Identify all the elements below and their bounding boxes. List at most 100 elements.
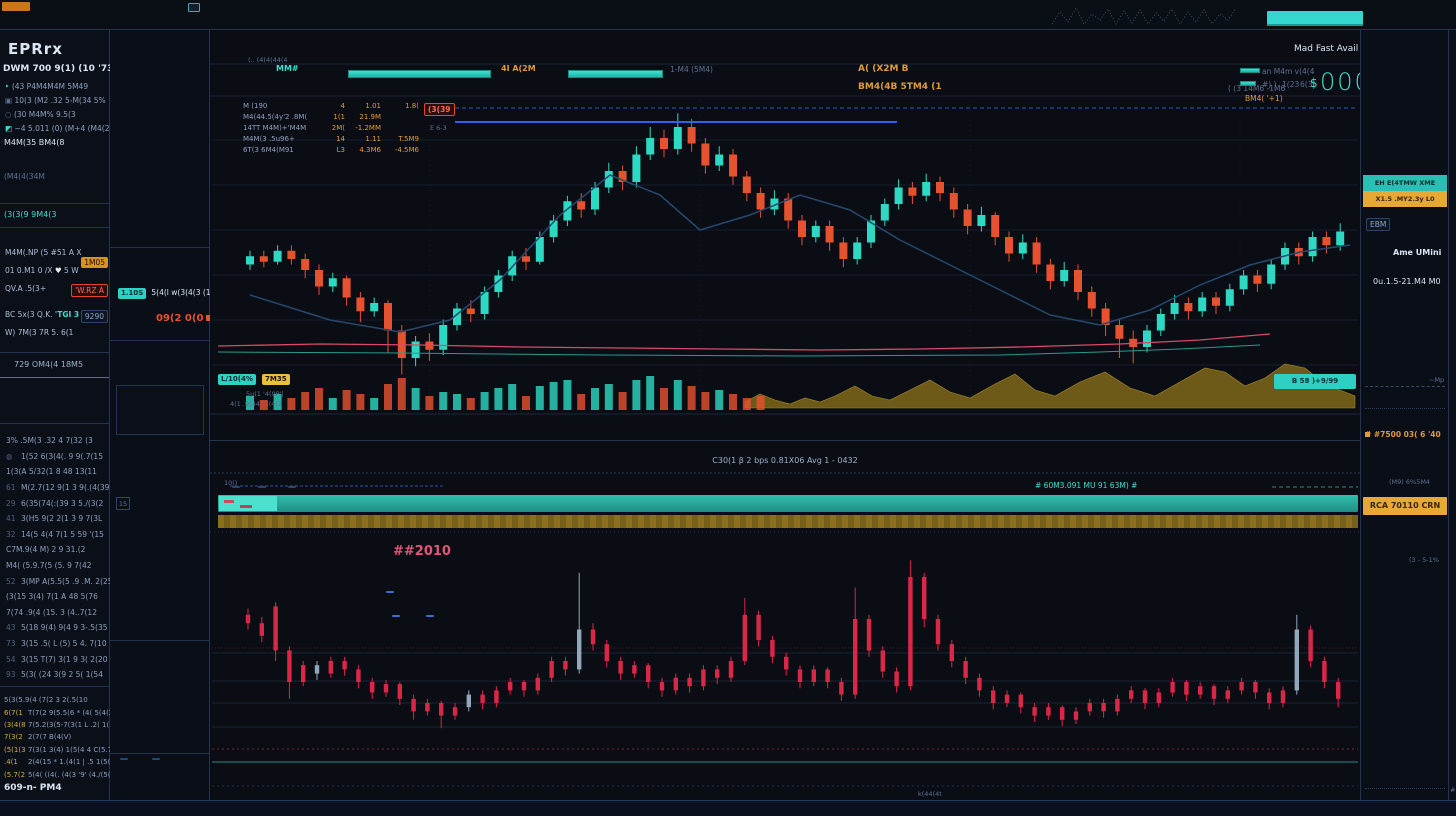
quote-detail-panel: 1.10S 5(4(l w(3(4(3 (1 09(2 0(0 15: [110, 30, 210, 800]
panel-value: 0u.1.5-21.M4 M0: [1373, 277, 1441, 286]
volume-chip-teal[interactable]: L/10(4%: [218, 374, 256, 385]
table-row[interactable]: (5(1(3 7(3(1 3(4) 1(5(4 4 C(5.7(11(1: [0, 744, 110, 756]
table-row[interactable]: 7(74 .9(4 (15. 3 (4..7(12: [0, 605, 110, 621]
sidebar-summary-table: 5(3(5.9(4 (7(2 3 2(.5(10 6(7(1 T(7(2 9(5…: [0, 694, 110, 782]
red-tick: [206, 315, 210, 321]
table-row[interactable]: .4(1 2(4(15 * 1.(4(1 | .5 1(5(10: [0, 756, 110, 768]
blue-badge[interactable]: [392, 615, 400, 617]
table-row[interactable]: C7M.9(4 M) 2 9 31.(2: [0, 542, 110, 558]
table-row[interactable]: 52 3(MP A(5.5(5 .9 .M. 2(25: [0, 573, 110, 589]
header-dim-right-1: an M4m v(4(4: [1262, 67, 1315, 76]
table-row[interactable]: 41 3(H5 9(2 2(1 3 9 7(3L: [0, 511, 110, 527]
stat-row[interactable]: [1361, 695, 1449, 722]
table-row[interactable]: 5(3(5.9(4 (7(2 3 2(.5(10: [0, 694, 110, 706]
legend-value-b: 1.11: [345, 135, 381, 143]
legend-row: 6T(3 6M4(M91 L3 4.3M6 -4.5M6: [243, 144, 423, 155]
blue-badge[interactable]: [386, 591, 394, 593]
table-row[interactable]: 7(3(2 2(7(7 B(4(V): [0, 731, 110, 743]
table-row[interactable]: (3(15 3(4) 7(1 A 48 5(76: [0, 589, 110, 605]
alert-badge-sub: E 6-3: [430, 124, 447, 132]
page-box[interactable]: 15: [116, 497, 130, 510]
buy-bar-button[interactable]: EH E(4TMW XME: [1363, 175, 1447, 191]
row-number: 93: [6, 670, 21, 679]
legend-value-c: T.5M9: [381, 135, 419, 143]
progress-bar-2: [568, 70, 663, 78]
indicator-chip[interactable]: MM#: [276, 64, 299, 73]
legend-value-b: -1.2MM: [345, 124, 381, 132]
header-orange-value-3: BM4(4B 5TM4 (1: [858, 82, 942, 92]
mini-bar-2: [1240, 81, 1256, 86]
row-number: 32: [6, 530, 21, 539]
top-menu-bar: [0, 0, 1456, 30]
price-row[interactable]: [1361, 348, 1449, 372]
alert-badge[interactable]: (3(39: [424, 103, 455, 116]
right-chips: [0, 385, 1456, 397]
row-number: 43: [6, 623, 21, 632]
panel-label: Ame UMini: [1393, 248, 1441, 257]
order-submit-button[interactable]: RCA 70110 CRN: [1363, 497, 1447, 515]
row-label: 6(7(1: [4, 709, 28, 717]
status-items: [0, 801, 1456, 816]
row-number: 54: [6, 655, 21, 664]
orange-square-icon: [1365, 432, 1370, 437]
price-row[interactable]: [1361, 300, 1449, 324]
stat-row[interactable]: [1361, 668, 1449, 695]
volume-chip-yellow[interactable]: 7M35: [262, 374, 290, 385]
main-candlestick-chart[interactable]: [210, 30, 1360, 445]
volume-dim-2: 4(1 .9(44 (3(4(2: [230, 400, 282, 408]
stat-row[interactable]: [1361, 614, 1449, 641]
legend-row: M4M(3 .5u96+ 14 1.11 T.5M9: [243, 133, 423, 144]
table-row[interactable]: 29 6(35(74(:(39 3 5./(3(2: [0, 495, 110, 511]
table-row[interactable]: 3% .5M(3 .32 4 7(32 (3: [0, 433, 110, 449]
sidebar-quote-table: 3% .5M(3 .32 4 7(32 (3 ◍ 1(52 6(3(4(. 9 …: [0, 433, 110, 683]
table-row[interactable]: (3(4(8 7(5.2(3(5-7(3(1 L .2( 1(5(12: [0, 719, 110, 731]
legend-label: M4(44.5(4y'2 .8M(: [243, 113, 325, 121]
row-values: 5(3( (24 3(9 2 5( 1(54: [21, 670, 103, 679]
row-number: 61: [6, 483, 21, 492]
stat-row[interactable]: [1361, 722, 1449, 749]
table-row[interactable]: 43 5(18 9(4) 9(4 9 3-.5(35: [0, 620, 110, 636]
table-row[interactable]: 32 14(5 4(4 7(1 5 59 '(15: [0, 527, 110, 543]
row-number: 73: [6, 639, 21, 648]
table-row[interactable]: (5.7(2 5(4( ((4(. (4(3 '9' (4./(5(4: [0, 768, 110, 780]
price-row[interactable]: [1361, 324, 1449, 348]
table-row[interactable]: 54 3(15 T(7) 3(1 9 3( 2(20: [0, 651, 110, 667]
table-row[interactable]: 1(3(A 5/32(1 8 48 13(11: [0, 464, 110, 480]
row-values: 5(18 9(4) 9(4 9 3-.5(35: [21, 623, 108, 632]
bottom-badge[interactable]: [120, 758, 128, 760]
row-values: 7(3(1 3(4) 1(5(4 4 C(5.7(11(1: [28, 746, 110, 754]
mode-badge[interactable]: EBM: [1366, 218, 1390, 231]
orange-alert-row: # #7500 03( 6 '40: [1365, 430, 1441, 439]
indicator-panel: C30(1 β 2 bps 0.81X06 Avg 1 - 0432 10() …: [210, 445, 1360, 795]
sell-bar-button[interactable]: X1.5 .MY2.3y L0: [1363, 191, 1447, 207]
order-panel: EH E(4TMW XME X1.5 .MY2.3y L0 EBM Ame UM…: [1360, 30, 1448, 800]
stat-row[interactable]: [1361, 749, 1449, 776]
right-scroll-strip[interactable]: #1: [1448, 30, 1456, 800]
table-row[interactable]: 6(7(1 T(7(2 9(5.5(6 * (4( 5(4(2: [0, 706, 110, 718]
status-bar: [0, 800, 1456, 816]
table-row[interactable]: ◍ 1(52 6(3(4(. 9 9(.7(15: [0, 449, 110, 465]
legend-value-b: 21.9M: [345, 113, 381, 121]
row-values: 6(35(74(:(39 3 5./(3(2: [21, 499, 103, 508]
legend-value-b: 4.3M6: [345, 146, 381, 154]
sidebar-dim-rows: [0, 30, 110, 430]
stat-row[interactable]: [1361, 641, 1449, 668]
teal-chip[interactable]: 1.10S: [118, 288, 146, 299]
legend-value-a: L3: [325, 146, 345, 154]
alert-value: 09(2 0(0: [156, 313, 203, 324]
legend-value-c: -4.5M6: [381, 146, 419, 154]
stat-row[interactable]: [1361, 587, 1449, 614]
row-number: 29: [6, 499, 21, 508]
progress-bar-1: [348, 70, 491, 78]
table-row[interactable]: 61 M(2.7(12 9(1 3 9(.(4(39: [0, 480, 110, 496]
row-label: 7(3(2: [4, 733, 28, 741]
bottom-badge[interactable]: [152, 758, 160, 760]
chart-teal-button[interactable]: B 58 )+9/99: [1274, 374, 1356, 389]
table-row[interactable]: 73 3(15 .5( L (5) 5 4. 7(10: [0, 636, 110, 652]
blue-badge[interactable]: [426, 615, 434, 617]
table-row[interactable]: M4( (5.9.7(5 (5. 9 7(42: [0, 558, 110, 574]
legend-row: 14TT M4M)+'M4M 2M( -1.2MM: [243, 122, 423, 133]
legend-label: M4M(3 .5u96+: [243, 135, 325, 143]
table-row[interactable]: 93 5(3( (24 3(9 2 5( 1(54: [0, 667, 110, 683]
row-label: (5.7(2: [4, 771, 28, 779]
